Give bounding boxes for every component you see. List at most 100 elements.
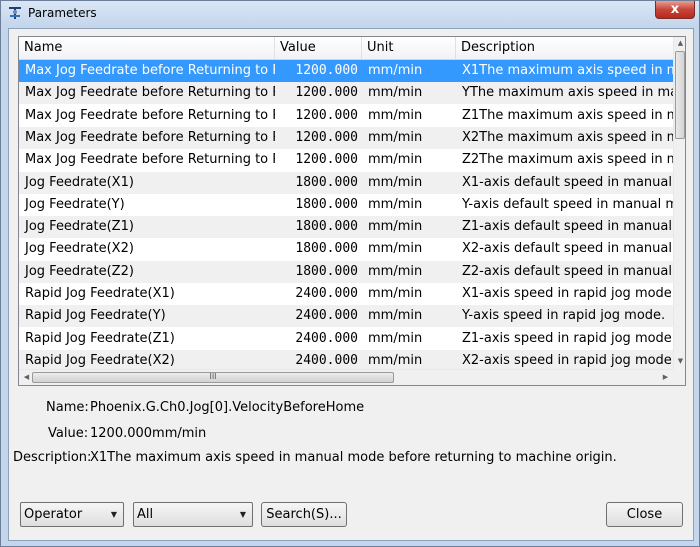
detail-description-value: X1The maximum axis speed in manual mode … [90, 450, 617, 465]
cell-value: 1200.000 [295, 108, 358, 123]
column-header-unit[interactable]: Unit [362, 37, 456, 59]
cell-value: 2400.000 [295, 308, 358, 323]
table-row[interactable]: Max Jog Feedrate before Returning to REF… [19, 149, 674, 171]
cell-description: X2The maximum axis speed in manua [462, 130, 674, 145]
cell-name: Max Jog Feedrate before Returning to REF… [25, 85, 275, 100]
table-row[interactable]: Max Jog Feedrate before Returning to REF… [19, 60, 674, 82]
cell-description: Y-axis speed in rapid jog mode. [462, 308, 666, 323]
table-row[interactable]: Jog Feedrate(X1) 1800.000 mm/min X1-axis de… [19, 172, 674, 194]
cell-name: Max Jog Feedrate before Returning to REF… [25, 152, 275, 167]
cell-value: 1200.000 [295, 152, 358, 167]
column-header-description[interactable]: Description [456, 37, 674, 59]
detail-name-value: Phoenix.G.Ch0.Jog[0].VelocityBeforeHome [90, 400, 365, 415]
cell-name: Rapid Jog Feedrate(Y) [25, 308, 166, 323]
cell-name: Jog Feedrate(Y) [25, 197, 125, 212]
grip-icon: III [209, 372, 217, 381]
detail-value-value: 1200.000mm/min [90, 426, 207, 441]
window-title: Parameters [28, 6, 97, 20]
cell-value: 1800.000 [295, 219, 358, 234]
cell-unit: mm/min [368, 63, 423, 78]
scroll-right-icon[interactable]: ▶ [659, 373, 672, 381]
cell-value: 1200.000 [295, 130, 358, 145]
cell-name: Max Jog Feedrate before Returning to REF… [25, 108, 275, 123]
table-row[interactable]: Jog Feedrate(Y) 1800.000 mm/min Y-axis defa… [19, 194, 674, 216]
table-row[interactable]: Rapid Jog Feedrate(Z1) 2400.000 mm/min Z1-a… [19, 328, 674, 350]
cell-unit: mm/min [368, 286, 423, 301]
chevron-down-icon: ▼ [239, 510, 246, 519]
cell-unit: mm/min [368, 175, 423, 190]
cell-unit: mm/min [368, 85, 423, 100]
detail-name-label: Name: [46, 400, 89, 415]
cell-name: Jog Feedrate(X2) [25, 241, 134, 256]
table-row[interactable]: Max Jog Feedrate before Returning to REF… [19, 105, 674, 127]
cell-unit: mm/min [368, 219, 423, 234]
cell-description: Z2The maximum axis speed in manua [462, 152, 674, 167]
cell-value: 1800.000 [295, 264, 358, 279]
cell-name: Rapid Jog Feedrate(Z1) [25, 331, 175, 346]
cell-description: Z1-axis speed in rapid jog mode. [462, 331, 674, 346]
cell-name: Max Jog Feedrate before Returning to REF… [25, 130, 275, 145]
cell-value: 1200.000 [295, 63, 358, 78]
horizontal-scrollbar[interactable]: ◀ III ▶ [19, 369, 673, 385]
detail-value-label: Value: [48, 426, 89, 441]
cell-description: X2-axis default speed in manual moc [462, 241, 674, 256]
role-select[interactable]: Operator ▼ [20, 502, 124, 527]
table-row[interactable]: Jog Feedrate(X2) 1800.000 mm/min X2-axis de… [19, 238, 674, 260]
vertical-scrollbar[interactable]: ▲ ▼ [673, 37, 685, 369]
column-header-value[interactable]: Value [275, 37, 362, 59]
pinion-tool-icon [8, 6, 22, 20]
cell-name: Max Jog Feedrate before Returning to REF… [25, 63, 275, 78]
cell-description: X1The maximum axis speed in manua [462, 63, 674, 78]
cell-description: Y-axis default speed in manual mode [462, 197, 674, 212]
cell-value: 1800.000 [295, 175, 358, 190]
table-row[interactable]: Rapid Jog Feedrate(X1) 2400.000 mm/min X1-a… [19, 283, 674, 305]
cell-name: Jog Feedrate(X1) [25, 175, 134, 190]
cell-value: 1200.000 [295, 85, 358, 100]
cell-description: Z1The maximum axis speed in manua [462, 108, 674, 123]
horizontal-scroll-thumb[interactable]: III [32, 372, 394, 383]
cell-unit: mm/min [368, 197, 423, 212]
cell-unit: mm/min [368, 264, 423, 279]
filter-select[interactable]: All ▼ [133, 502, 253, 527]
role-select-value: Operator [24, 507, 83, 522]
close-icon: x [670, 2, 680, 17]
cell-unit: mm/min [368, 241, 423, 256]
title-bar[interactable]: Parameters x [1, 1, 699, 27]
scroll-up-icon[interactable]: ▲ [674, 39, 685, 47]
table-row[interactable]: Jog Feedrate(Z1) 1800.000 mm/min Z1-axis de… [19, 216, 674, 238]
parameters-table[interactable]: Name Value Unit Description Max Jog Feed… [18, 36, 686, 386]
filter-select-value: All [137, 507, 154, 522]
detail-description-label: Description: [13, 450, 92, 465]
cell-value: 2400.000 [295, 331, 358, 346]
cell-description: YThe maximum axis speed in manual [462, 85, 674, 100]
scrollbar-corner [673, 369, 685, 385]
cell-unit: mm/min [368, 308, 423, 323]
cell-name: Jog Feedrate(Z1) [25, 219, 134, 234]
table-row[interactable]: Jog Feedrate(Z2) 1800.000 mm/min Z2-axis de… [19, 261, 674, 283]
parameters-window: Parameters x Name Value Unit Description… [0, 0, 700, 547]
cell-name: Jog Feedrate(Z2) [25, 264, 134, 279]
table-row[interactable]: Max Jog Feedrate before Returning to REF… [19, 82, 674, 104]
table-row[interactable]: Rapid Jog Feedrate(Y) 2400.000 mm/min Y-axi… [19, 305, 674, 327]
column-header-name[interactable]: Name [19, 37, 275, 59]
cell-unit: mm/min [368, 108, 423, 123]
dialog-body: Name Value Unit Description Max Jog Feed… [8, 28, 694, 541]
cell-unit: mm/min [368, 130, 423, 145]
window-close-button[interactable]: x [655, 1, 695, 19]
table-row[interactable]: Max Jog Feedrate before Returning to REF… [19, 127, 674, 149]
cell-value: 1800.000 [295, 197, 358, 212]
cell-description: X1-axis default speed in manual mod [462, 175, 674, 190]
cell-description: X1-axis speed in rapid jog mode. [462, 286, 674, 301]
cell-value: 1800.000 [295, 241, 358, 256]
scroll-down-icon[interactable]: ▼ [674, 357, 685, 365]
table-header: Name Value Unit Description [19, 37, 674, 60]
vertical-scroll-thumb[interactable] [675, 51, 685, 139]
cell-unit: mm/min [368, 152, 423, 167]
close-button[interactable]: Close [606, 502, 683, 527]
chevron-down-icon: ▼ [110, 510, 117, 519]
cell-description: Z1-axis default speed in manual moc [462, 219, 674, 234]
cell-name: Rapid Jog Feedrate(X1) [25, 286, 175, 301]
search-button[interactable]: Search(S)... [261, 502, 347, 527]
cell-value: 2400.000 [295, 286, 358, 301]
cell-unit: mm/min [368, 331, 423, 346]
